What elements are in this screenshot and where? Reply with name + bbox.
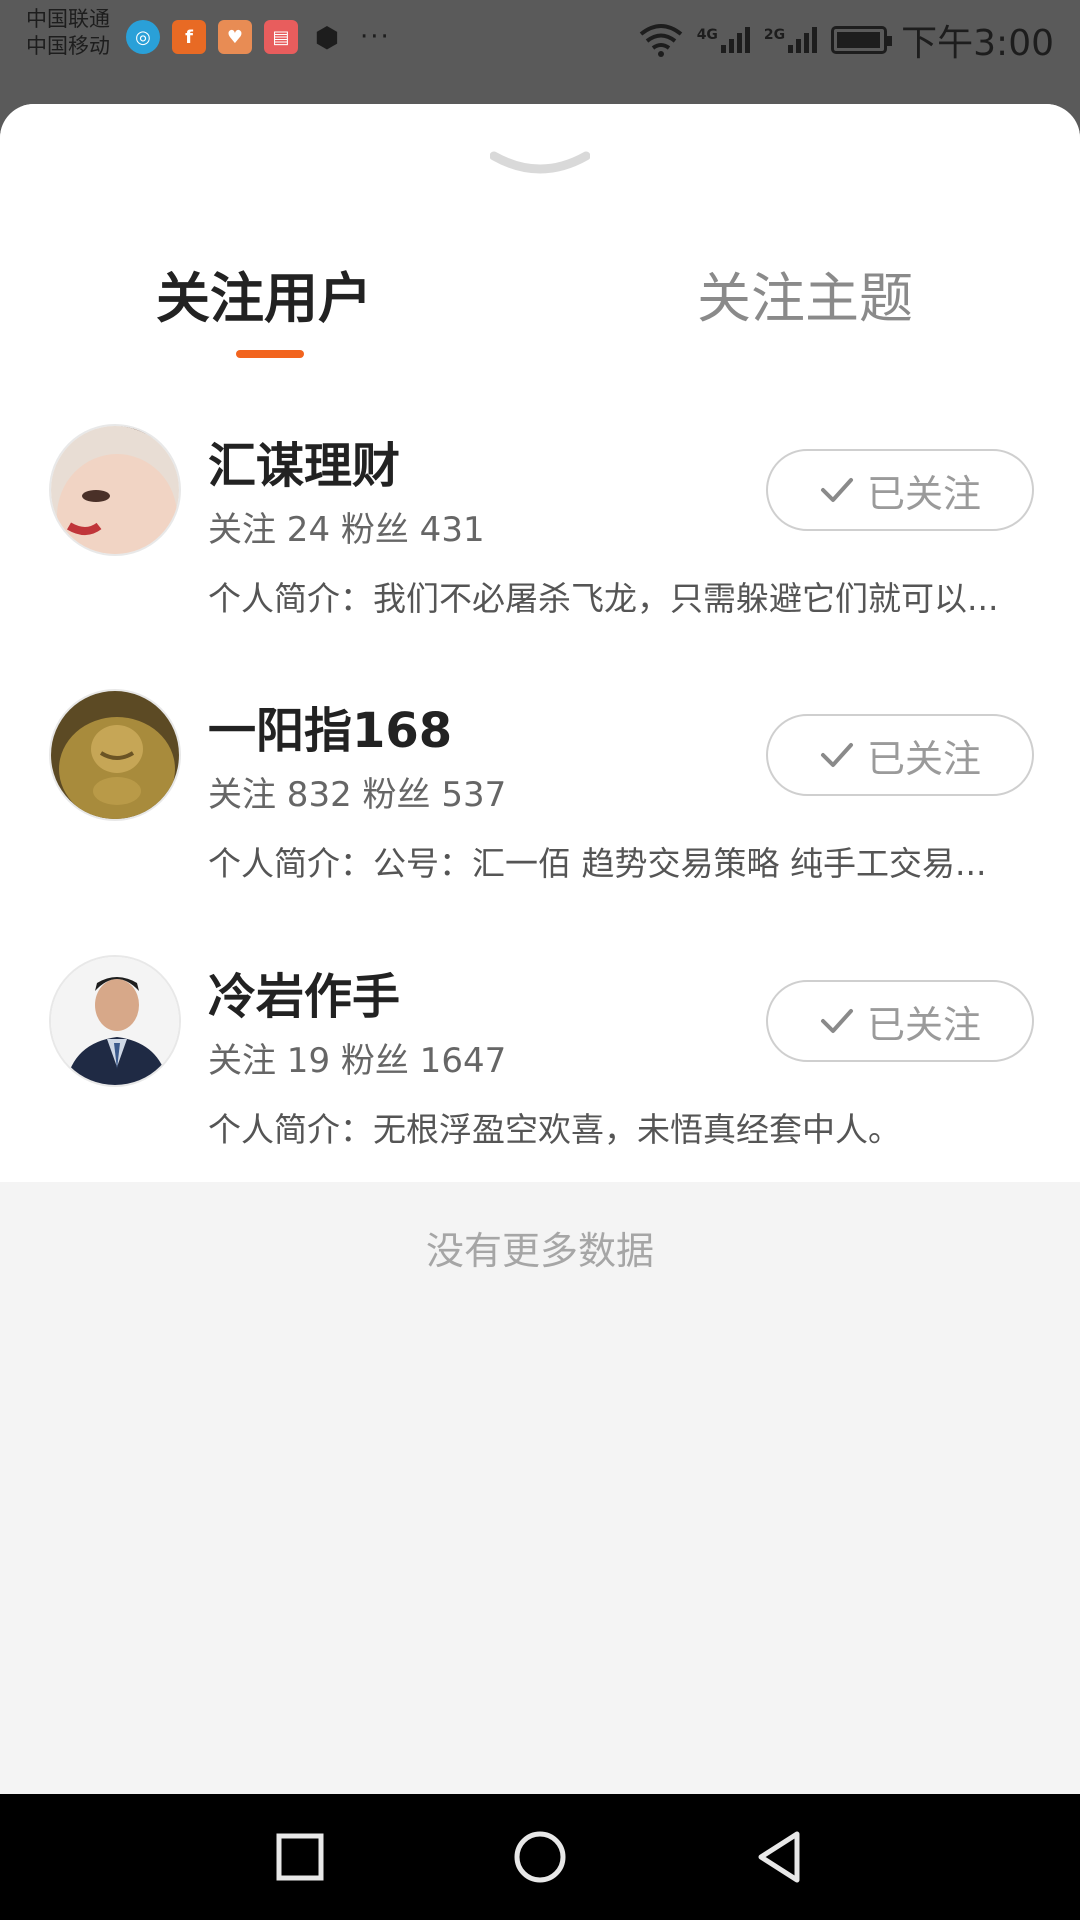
signal-4g-icon: 4G bbox=[697, 27, 750, 53]
heart-app-icon: ♥ bbox=[218, 20, 252, 54]
user-bio: 个人简介：无根浮盈空欢喜，未悟真经套中人。 bbox=[208, 1110, 901, 1149]
checkmark-icon bbox=[820, 743, 853, 767]
sheet-content: 关注用户 关注主题 汇谋理财 关注 24 粉丝 431 个人简介：我们不必屠杀飞… bbox=[0, 104, 1080, 1182]
carrier-info: 中国联通 中国移动 bbox=[26, 6, 110, 60]
user-stats: 关注 19 粉丝 1647 bbox=[208, 1041, 507, 1081]
chevron-down-icon[interactable] bbox=[490, 148, 590, 188]
following-button-label: 已关注 bbox=[866, 471, 981, 516]
status-bar: 中国联通 中国移动 ◎ f ♥ ▤ ⬢ ··· 4G 2G 下午3:00 bbox=[0, 0, 1080, 104]
avatar[interactable] bbox=[49, 955, 181, 1087]
no-more-data-label: 没有更多数据 bbox=[425, 1229, 654, 1273]
carrier-2: 中国移动 bbox=[26, 34, 110, 58]
following-button[interactable]: 已关注 bbox=[766, 714, 1034, 796]
list-item[interactable]: 冷岩作手 关注 19 粉丝 1647 个人简介：无根浮盈空欢喜，未悟真经套中人。… bbox=[0, 955, 1080, 1220]
user-stats: 关注 24 粉丝 431 bbox=[208, 510, 485, 550]
user-name[interactable]: 一阳指168 bbox=[208, 691, 452, 761]
network-1-label: 4G bbox=[696, 27, 718, 43]
checkmark-icon bbox=[820, 478, 853, 502]
checkmark-icon bbox=[820, 1009, 853, 1033]
user-bio: 个人简介：我们不必屠杀飞龙，只需躲避它们就可以... bbox=[208, 579, 999, 618]
following-sheet: 关注用户 关注主题 汇谋理财 关注 24 粉丝 431 个人简介：我们不必屠杀飞… bbox=[0, 104, 1080, 1794]
active-tab-indicator bbox=[236, 350, 304, 358]
list-item[interactable]: 汇谋理财 关注 24 粉丝 431 个人简介：我们不必屠杀飞龙，只需躲避它们就可… bbox=[0, 424, 1080, 689]
f-app-icon: f bbox=[172, 20, 206, 54]
chat-app-icon: ◎ bbox=[126, 20, 160, 54]
user-bio: 个人简介：公号：汇一佰 趋势交易策略 纯手工交易... bbox=[208, 844, 987, 883]
following-button[interactable]: 已关注 bbox=[766, 980, 1034, 1062]
more-notifications-icon: ··· bbox=[360, 22, 391, 52]
navigation-bar bbox=[0, 1794, 1080, 1920]
back-icon[interactable] bbox=[747, 1824, 813, 1890]
battery-icon bbox=[831, 26, 893, 54]
avatar-image bbox=[51, 691, 179, 819]
wifi-icon bbox=[639, 24, 682, 57]
avatar-image bbox=[51, 426, 179, 554]
tab-followed-users[interactable]: 关注用户 bbox=[156, 254, 372, 333]
list-item[interactable]: 一阳指168 关注 832 粉丝 537 个人简介：公号：汇一佰 趋势交易策略 … bbox=[0, 689, 1080, 954]
hand-app-icon: ⬢ bbox=[314, 20, 340, 54]
carrier-1: 中国联通 bbox=[26, 7, 110, 31]
avatar[interactable] bbox=[49, 424, 181, 556]
user-name[interactable]: 汇谋理财 bbox=[208, 426, 400, 496]
avatar[interactable] bbox=[49, 689, 181, 821]
network-2-label: 2G bbox=[763, 27, 786, 43]
following-button-label: 已关注 bbox=[866, 1002, 981, 1047]
avatar-image bbox=[51, 957, 179, 1085]
clock: 下午3:00 bbox=[901, 23, 1054, 64]
notification-icons: ◎ f ♥ ▤ ⬢ ··· bbox=[126, 20, 391, 54]
recent-apps-icon[interactable] bbox=[267, 1824, 333, 1890]
following-button-label: 已关注 bbox=[866, 736, 981, 781]
status-right: 4G 2G 下午3:00 bbox=[639, 14, 1054, 66]
signal-2g-icon: 2G bbox=[763, 27, 818, 53]
following-button[interactable]: 已关注 bbox=[766, 449, 1034, 531]
tab-followed-topics[interactable]: 关注主题 bbox=[697, 254, 913, 333]
user-stats: 关注 832 粉丝 537 bbox=[208, 775, 507, 815]
book-app-icon: ▤ bbox=[264, 20, 298, 54]
user-name[interactable]: 冷岩作手 bbox=[208, 957, 400, 1027]
home-icon[interactable] bbox=[507, 1824, 573, 1890]
tab-bar: 关注用户 关注主题 bbox=[0, 254, 1080, 354]
